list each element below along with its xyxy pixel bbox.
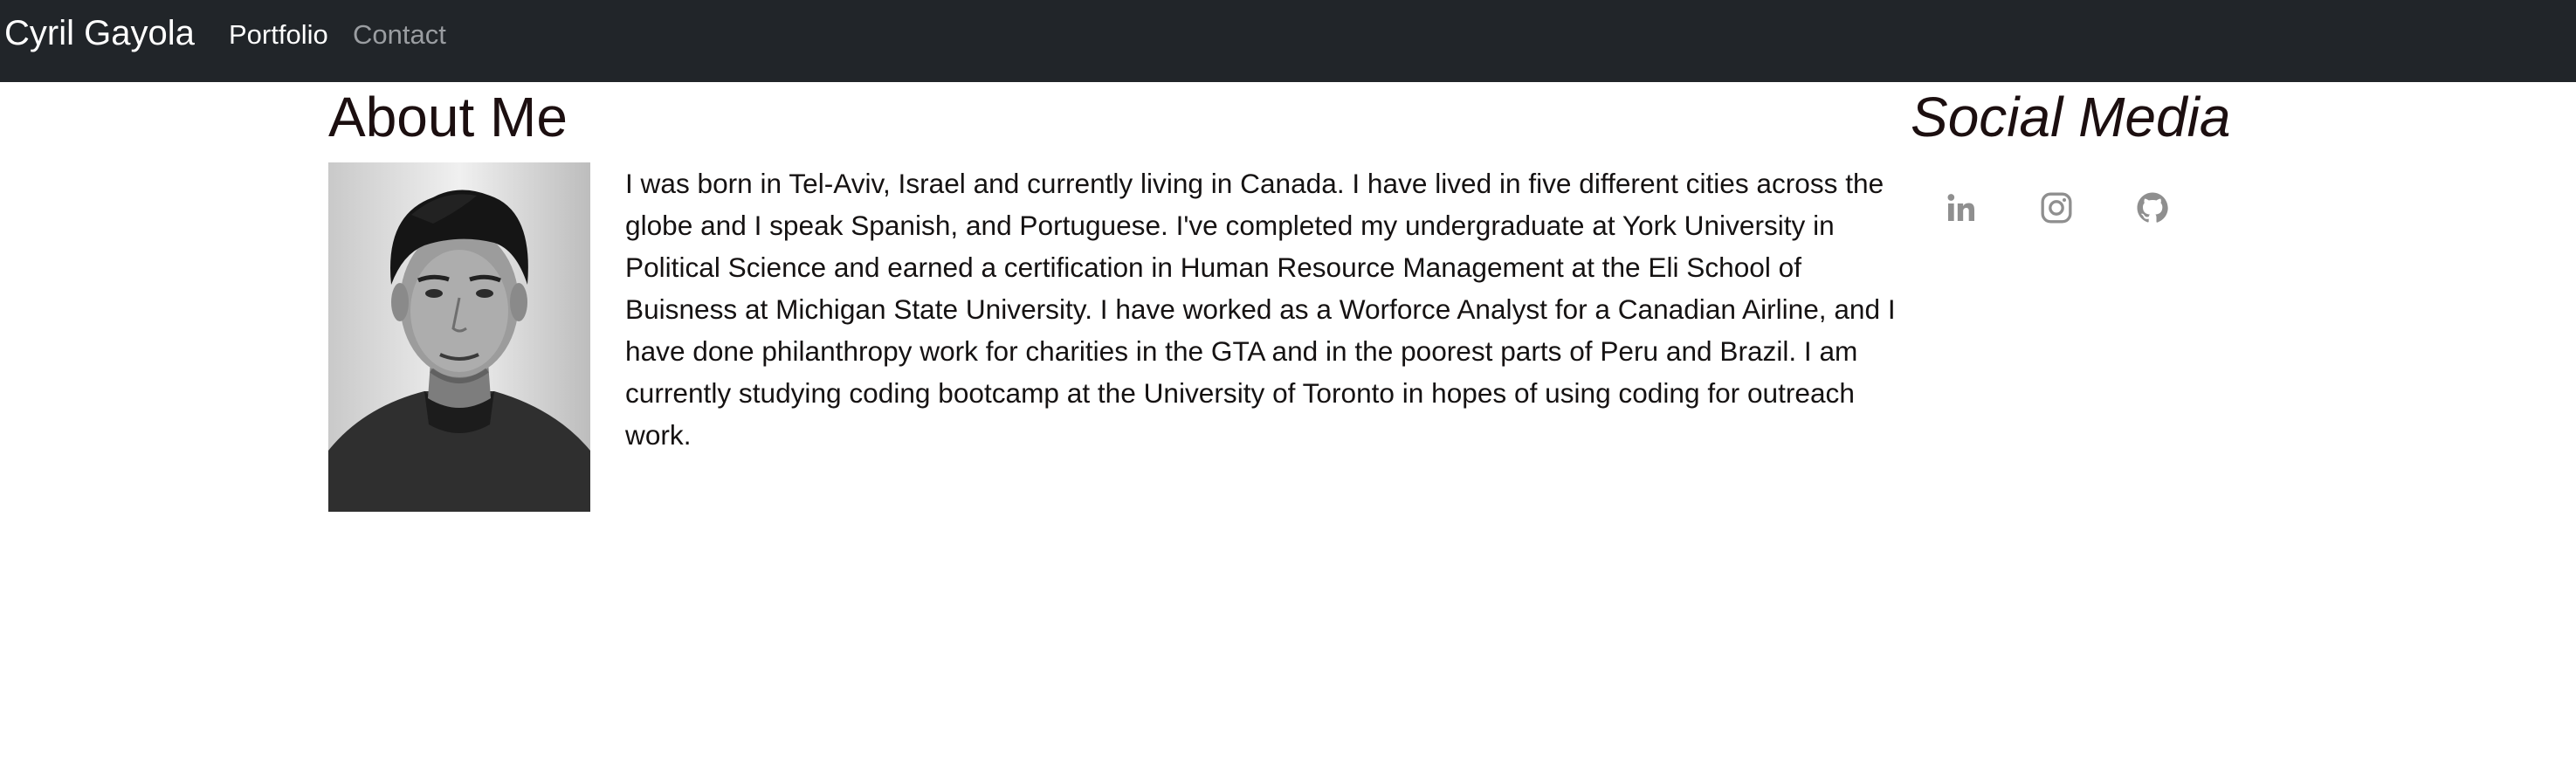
github-icon[interactable] [2135,190,2170,225]
profile-photo-image [328,162,590,512]
linkedin-icon[interactable] [1944,190,1979,225]
nav-link-contact[interactable]: Contact [353,17,446,52]
instagram-icon[interactable] [2039,190,2074,225]
nav-link-portfolio[interactable]: Portfolio [229,17,328,52]
brand-name[interactable]: Cyril Gayola [4,12,195,54]
about-bio-text: I was born in Tel-Aviv, Israel and curre… [625,168,1896,451]
profile-photo [328,162,590,512]
top-navbar: Cyril Gayola Portfolio Contact [0,0,2576,82]
about-heading: About Me [328,86,568,148]
social-media-heading: Social Media [1911,86,2231,148]
